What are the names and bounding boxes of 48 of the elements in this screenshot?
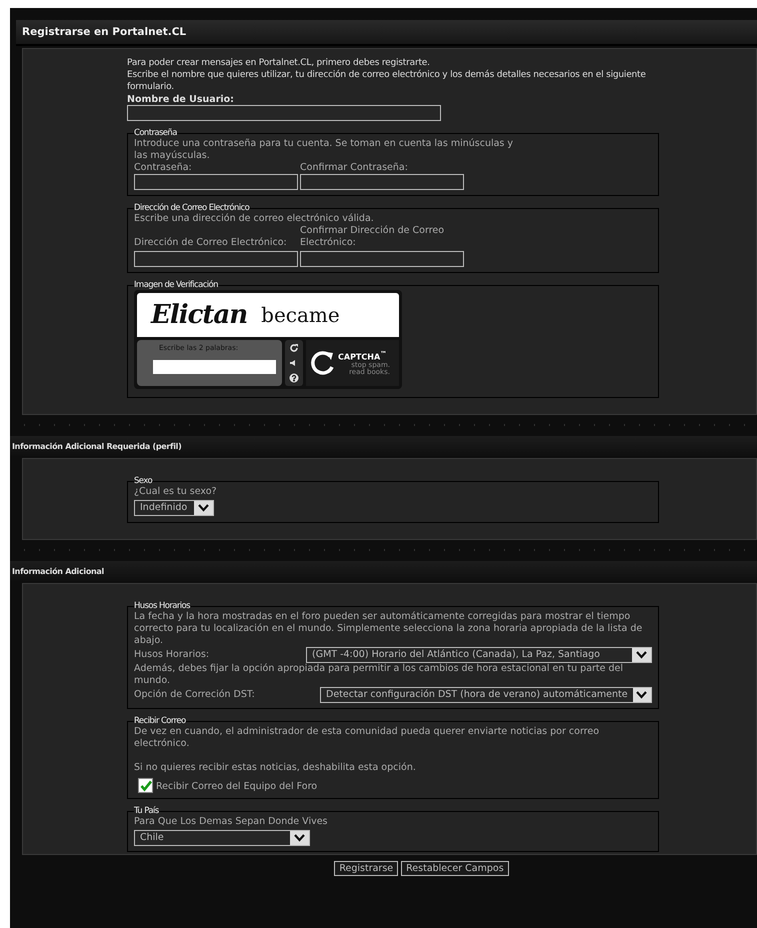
- captcha-word: Elictan: [151, 300, 248, 330]
- page-title: Registrarse en Portalnet.CL: [22, 26, 186, 38]
- section-title: Información Adicional Requerida (perfil): [12, 442, 182, 451]
- captcha-word: became: [261, 303, 340, 327]
- group-legend: Husos Horarios: [134, 601, 190, 611]
- recycle-arrow-icon: [310, 350, 336, 376]
- checkbox[interactable]: [138, 778, 153, 793]
- captcha-field[interactable]: [153, 360, 276, 374]
- dst-select[interactable]: Detectar configuración DST (hora de verano) automáticamente: [320, 687, 652, 703]
- field-label: Husos Horarios:: [134, 649, 210, 661]
- password-field[interactable]: [134, 174, 298, 190]
- timezone-select[interactable]: (GMT -4:00) Horario del Atlántico (Canada), La Paz, Santiago: [306, 647, 652, 663]
- group-legend: Imagen de Verificación: [134, 280, 218, 290]
- field-label: Dirección de Correo Electrónico:: [134, 237, 288, 249]
- username-field[interactable]: [127, 105, 441, 121]
- group-legend: Contraseña: [134, 128, 177, 138]
- field-label: Contraseña:: [134, 162, 193, 174]
- hint-text: Además, debes fijar la opción apropiada para permitir a los cambios de hora estacional en tu parte del mundo.: [134, 663, 624, 687]
- country-select[interactable]: Chile: [134, 830, 310, 846]
- captcha-brand: CAPTCHA$^{™}$: [338, 350, 388, 362]
- gender-select[interactable]: Indefinido: [134, 500, 214, 516]
- field-label: Opción de Correción DST:: [134, 689, 255, 701]
- field-label: Confirmar Contraseña:: [300, 162, 409, 174]
- hint-text: La fecha y la hora mostradas en el foro pueden ser automáticamente corregidas para mostrar el tiempo correcto para tu localización en el mundo. Simplemente selecciona la zona horaria apropiada de la lista de abajo.: [134, 611, 644, 647]
- field-label: Confirmar Dirección de Correo Electrónico:: [300, 225, 446, 249]
- email-field[interactable]: [134, 251, 298, 267]
- group-legend: Dirección de Correo Electrónico: [134, 203, 250, 213]
- hint-text: Para Que Los Demas Sepan Donde Vives: [134, 816, 329, 828]
- intro-text: Para poder crear mensajes en Portalnet.CL, primero debes registrarte.: [127, 57, 431, 69]
- question-text: ¿Cual es tu sexo?: [134, 486, 218, 498]
- checkbox-label: Recibir Correo del Equipo del Foro: [156, 781, 318, 793]
- group-legend: Sexo: [134, 476, 152, 486]
- form-button[interactable]: Registrarse: [334, 861, 398, 876]
- hint-text: Escribe una dirección de correo electrónico válida.: [134, 213, 375, 225]
- reload-icon[interactable]: [289, 342, 299, 353]
- group-legend: Tu País: [134, 806, 159, 816]
- check-icon: [140, 780, 152, 792]
- group-legend: Recibir Correo: [134, 716, 186, 726]
- email-field[interactable]: [300, 251, 464, 267]
- hint-text: Si no quieres recibir estas noticias, deshabilita esta opción.: [134, 762, 417, 774]
- field-label: Nombre de Usuario:: [127, 94, 235, 105]
- hint-text: Introduce una contraseña para tu cuenta. Se toman en cuenta las minúsculas y las mayúsculas.: [134, 138, 514, 162]
- form-button[interactable]: Restablecer Campos: [401, 861, 509, 876]
- hint-text: De vez en cuando, el administrador de esta comunidad pueda querer enviarte noticias por correo electrónico.: [134, 726, 600, 750]
- password-field[interactable]: [300, 174, 464, 190]
- help-icon[interactable]: [289, 373, 299, 384]
- intro-text: Escribe el nombre que quieres utilizar, tu dirección de correo electrónico y los demás detalles necesarios en el siguiente formulario.: [127, 69, 647, 93]
- section-title: Información Adicional: [12, 567, 104, 576]
